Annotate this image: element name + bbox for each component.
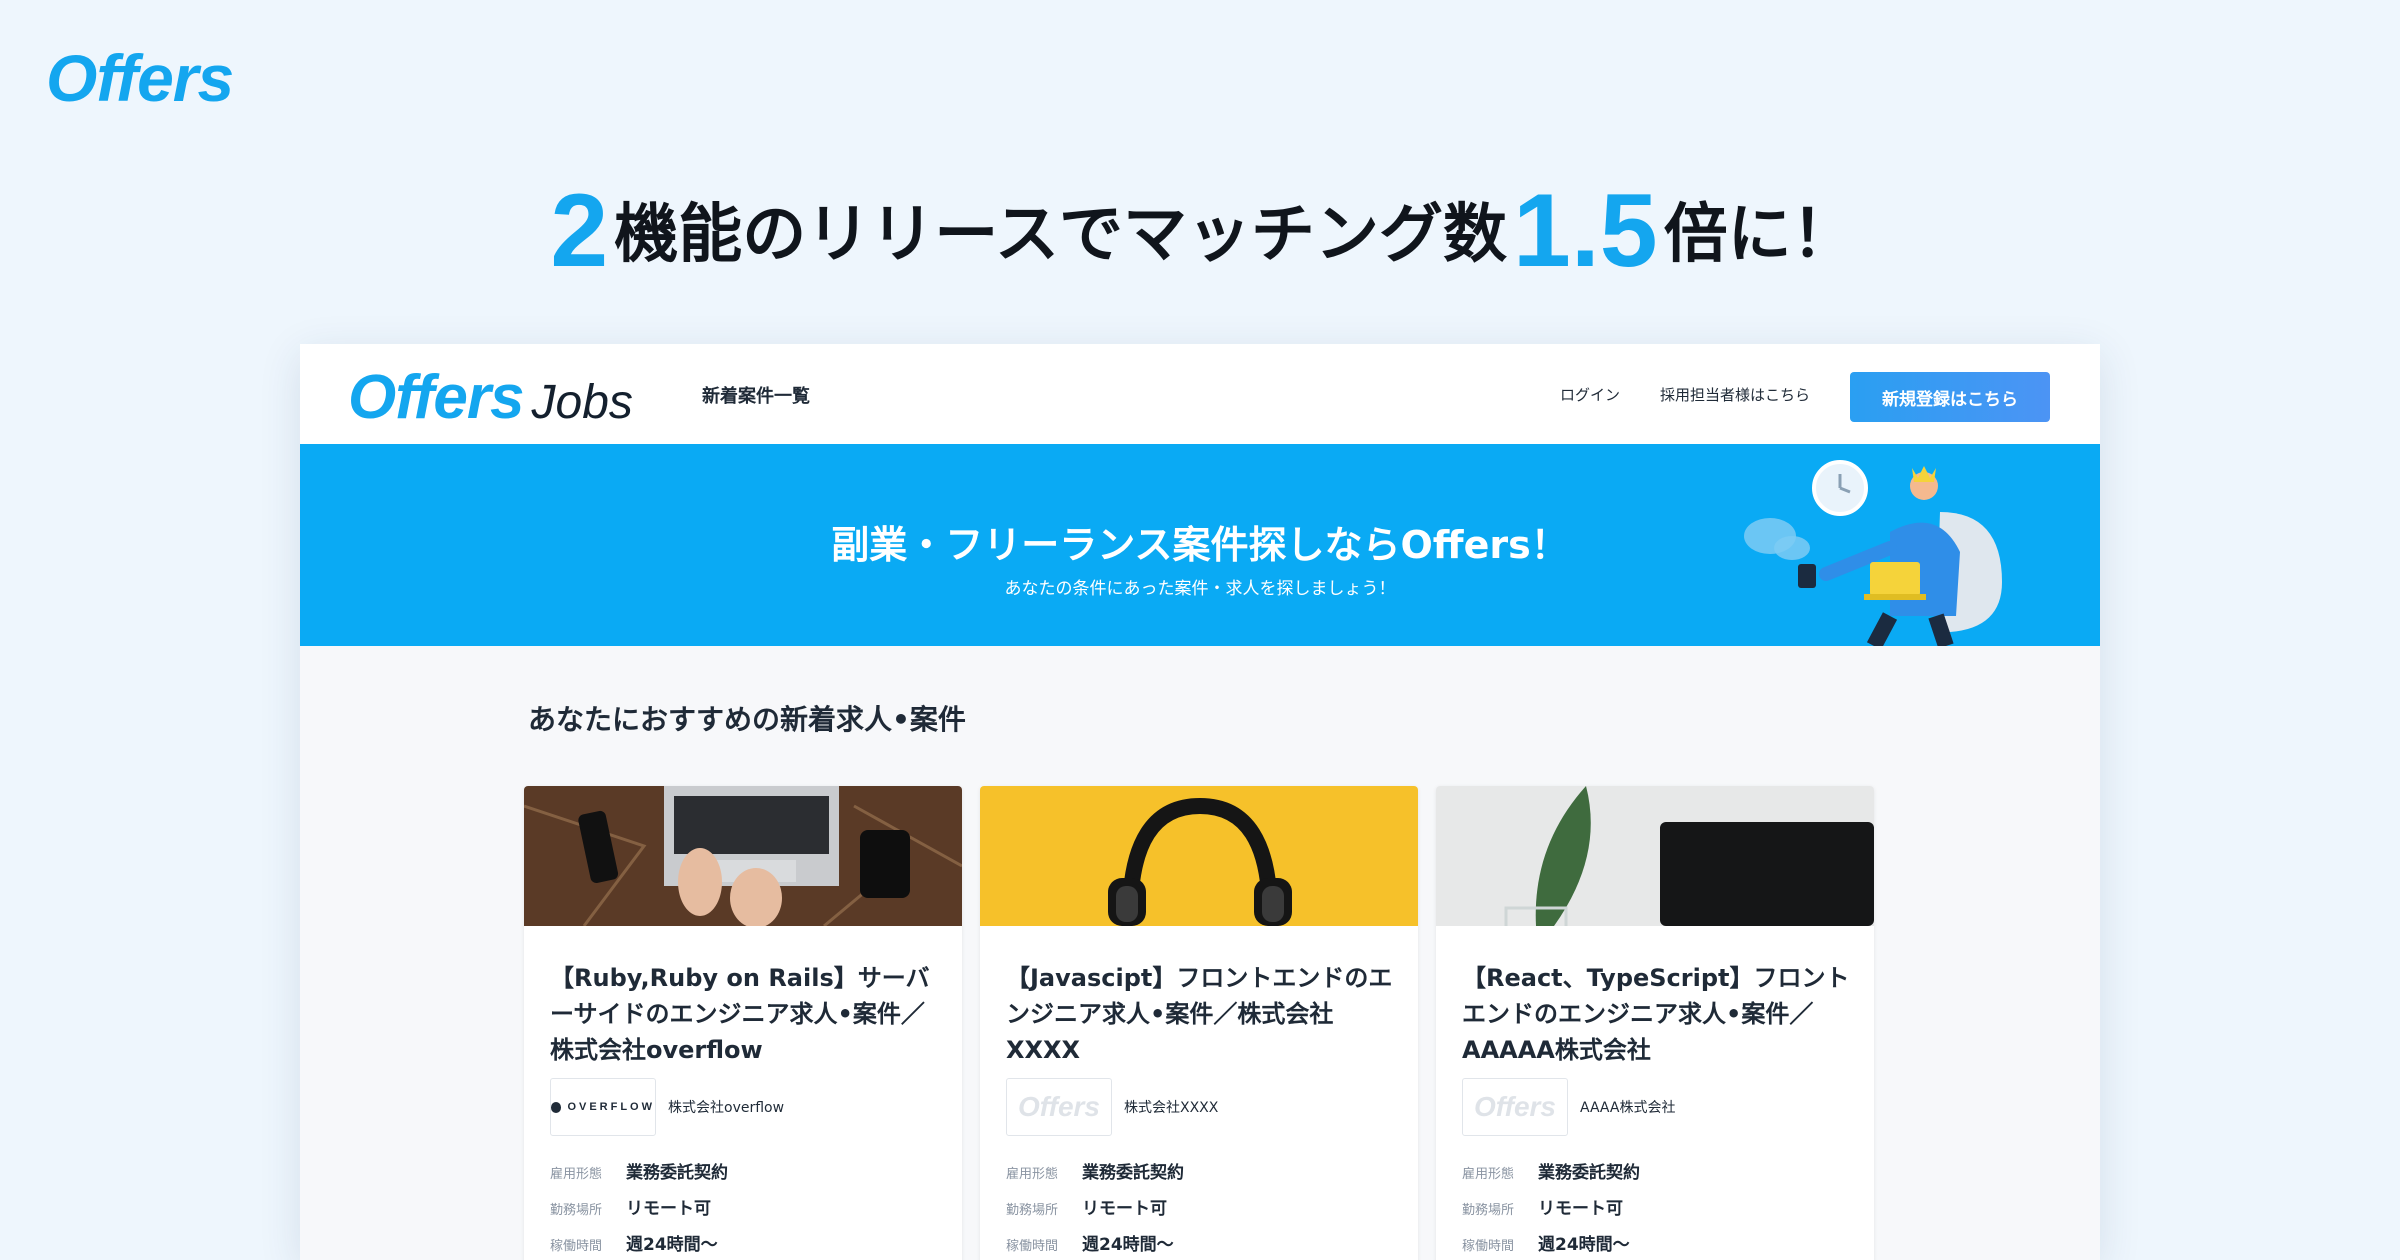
job-card-title[interactable]: 【React、TypeScript】フロントエンドのエンジニア求人•案件／AAA… (1462, 960, 1852, 1068)
company-name: 株式会社overflow (668, 1100, 785, 1116)
headline-number-features: 2 (550, 173, 609, 289)
meta-location: 勤務場所 リモート可 (1006, 1199, 1167, 1219)
site-mockup: Offers Jobs 新着案件一覧 ログイン 採用担当者様はこちら 新規登録はこ… (300, 344, 2100, 1260)
meta-employment: 雇用形態 業務委託契約 (1006, 1163, 1184, 1183)
headline-number-multiplier: 1.5 (1513, 173, 1658, 289)
offers-jobs-logo[interactable]: Offers Jobs (348, 362, 633, 433)
page: Offers 2機能のリリースでマッチング数1.5倍に！ Offers Jobs … (0, 0, 2400, 1260)
offers-jobs-logo-offers: Offers (348, 363, 524, 432)
company-row: Offers AAAA株式会社 (1462, 1078, 1675, 1136)
job-card-image-headphones (980, 786, 1418, 926)
meta-location: 勤務場所 リモート可 (1462, 1199, 1623, 1219)
offers-brand-logo: Offers (46, 41, 234, 115)
nav-login[interactable]: ログイン (1560, 384, 1620, 405)
nav-new-listings[interactable]: 新着案件一覧 (702, 382, 810, 408)
company-logo-overflow: OVERFLOW (550, 1078, 656, 1136)
meta-hours: 稼働時間 週24時間〜 (1462, 1235, 1630, 1255)
overflow-dot-icon (551, 1101, 562, 1113)
company-row: OVERFLOW 株式会社overflow (550, 1078, 784, 1136)
company-logo-placeholder: Offers (1006, 1078, 1112, 1136)
meta-hours: 稼働時間 週24時間〜 (1006, 1235, 1174, 1255)
company-logo-placeholder: Offers (1462, 1078, 1568, 1136)
nav-recruiter[interactable]: 採用担当者様はこちら (1660, 384, 1810, 405)
meta-employment: 雇用形態 業務委託契約 (1462, 1163, 1640, 1183)
meta-hours: 稼働時間 週24時間〜 (550, 1235, 718, 1255)
job-card[interactable]: 【Javascipt】フロントエンドのエンジニア求人•案件／株式会社XXXX O… (980, 786, 1418, 1260)
job-card-image-plant-monitor (1436, 786, 1874, 926)
company-name: 株式会社XXXX (1124, 1100, 1219, 1116)
job-card-title[interactable]: 【Javascipt】フロントエンドのエンジニア求人•案件／株式会社XXXX (1006, 960, 1396, 1068)
offers-jobs-logo-jobs: Jobs (531, 376, 633, 429)
signup-button[interactable]: 新規登録はこちら (1850, 372, 2050, 422)
site-header: Offers Jobs 新着案件一覧 ログイン 採用担当者様はこちら 新規登録はこ… (300, 344, 2100, 444)
freelancer-illustration (1744, 460, 2002, 646)
job-card-title[interactable]: 【Ruby,Ruby on Rails】サーバーサイドのエンジニア求人•案件／株… (550, 960, 940, 1068)
company-row: Offers 株式会社XXXX (1006, 1078, 1218, 1136)
meta-employment: 雇用形態 業務委託契約 (550, 1163, 728, 1183)
job-card-image-laptop (524, 786, 962, 926)
headline-text-main: 機能のリリースでマッチング数 (614, 198, 1508, 272)
hero-banner: 副業・フリーランス案件探しならOffers！ あなたの条件にあった案件・求人を探… (300, 444, 2100, 646)
company-name: AAAA株式会社 (1580, 1100, 1676, 1116)
job-card[interactable]: 【Ruby,Ruby on Rails】サーバーサイドのエンジニア求人•案件／株… (524, 786, 962, 1260)
job-card[interactable]: 【React、TypeScript】フロントエンドのエンジニア求人•案件／AAA… (1436, 786, 1874, 1260)
headline: 2機能のリリースでマッチング数1.5倍に！ (0, 172, 2400, 291)
section-title: あなたにおすすめの新着求人•案件 (528, 703, 966, 736)
meta-location: 勤務場所 リモート可 (550, 1199, 711, 1219)
headline-text-end: 倍に！ (1663, 198, 1856, 272)
